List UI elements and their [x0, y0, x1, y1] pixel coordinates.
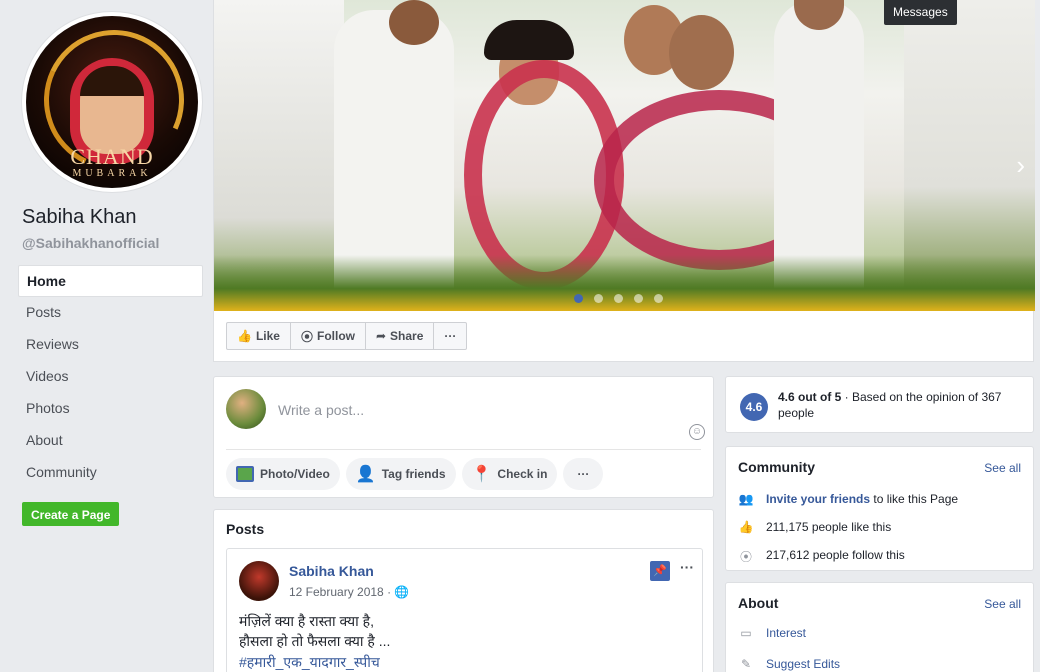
- interest-link[interactable]: Interest: [766, 626, 806, 640]
- suggest-edits-link[interactable]: Suggest Edits: [766, 657, 840, 671]
- page-title[interactable]: Sabiha Khan: [22, 206, 137, 229]
- photo-video-label: Photo/Video: [260, 467, 330, 481]
- pencil-icon: ✎: [740, 657, 752, 671]
- thumbs-up-icon: 👍: [237, 329, 252, 343]
- follow-label: Follow: [316, 329, 355, 343]
- pin-icon[interactable]: 📌: [650, 561, 670, 581]
- rating-card: 4.6 4.6 out of 5 · Based on the opinion …: [725, 376, 1034, 433]
- cover-card: › 👍 Like ⦿ Follow ➦ Share ···: [213, 0, 1035, 362]
- post-timestamp[interactable]: 12 February 2018 · 🌐: [289, 585, 409, 599]
- about-heading: About: [738, 595, 779, 611]
- cover-slide-indicators: [574, 292, 674, 306]
- page-handle[interactable]: @Sabihakhanofficial: [22, 235, 159, 251]
- thumbs-up-icon: 👍: [738, 520, 754, 534]
- cover-photo[interactable]: ›: [214, 0, 1035, 311]
- globe-icon: 🌐: [394, 585, 410, 599]
- composer-avatar: [226, 389, 266, 429]
- page-nav: Home Posts Reviews Videos Photos About C…: [18, 265, 203, 489]
- like-button[interactable]: 👍 Like: [227, 323, 291, 349]
- people-icon: 👥: [738, 492, 754, 506]
- crowd-head-4: [669, 15, 734, 90]
- suggest-edits-row: ✎ Suggest Edits: [738, 657, 840, 671]
- profile-image: CHAND MUBARAK: [26, 16, 198, 188]
- rss-icon: ⦿: [739, 550, 752, 564]
- tag-friends-button[interactable]: 👤 Tag friends: [345, 458, 456, 490]
- write-post-input[interactable]: Write a post...: [278, 402, 364, 418]
- post-composer: Write a post... ☺ Photo/Video 👤 Tag frie…: [213, 376, 714, 498]
- share-label: Share: [390, 329, 424, 343]
- slide-dot-3[interactable]: [614, 294, 623, 303]
- more-icon: ···: [444, 329, 457, 343]
- composer-actions: Photo/Video 👤 Tag friends 📍 Check in ···: [226, 458, 604, 490]
- community-heading: Community: [738, 459, 815, 475]
- emoji-icon[interactable]: ☺: [689, 424, 705, 440]
- post-author-avatar[interactable]: [239, 561, 279, 601]
- community-see-all-link[interactable]: See all: [984, 461, 1021, 475]
- photo-icon: [236, 466, 254, 482]
- likes-row: 👍 211,175 people like this: [738, 520, 892, 534]
- community-panel: Community See all 👥 Invite your friends …: [725, 446, 1034, 571]
- slide-dot-5[interactable]: [654, 294, 663, 303]
- post-date-text: 12 February 2018 ·: [289, 585, 392, 599]
- about-panel: About See all ▭ Interest ✎ Suggest Edits: [725, 582, 1034, 672]
- post-line-2: हौसला हो तो फैसला क्या है ...: [239, 633, 391, 649]
- category-icon: ▭: [740, 626, 752, 640]
- nav-item-posts[interactable]: Posts: [18, 297, 203, 329]
- tag-friends-label: Tag friends: [381, 467, 446, 481]
- posts-heading: Posts: [226, 521, 265, 537]
- interest-row: ▭ Interest: [738, 626, 806, 640]
- slide-dot-1[interactable]: [574, 294, 583, 303]
- crowd-hijab: [484, 20, 574, 60]
- chevron-right-icon[interactable]: ›: [1016, 150, 1025, 181]
- posts-section: Posts Sabiha Khan 12 February 2018 · 🌐 📌…: [213, 509, 714, 672]
- composer-more-button[interactable]: ···: [563, 458, 604, 490]
- about-see-all-link[interactable]: See all: [984, 597, 1021, 611]
- profile-picture[interactable]: CHAND MUBARAK: [22, 12, 202, 192]
- post-author-name[interactable]: Sabiha Khan: [289, 563, 374, 579]
- composer-divider: [226, 449, 701, 450]
- follows-count: 217,612 people follow this: [766, 548, 905, 562]
- nav-item-photos[interactable]: Photos: [18, 393, 203, 425]
- like-label: Like: [255, 329, 280, 343]
- share-button[interactable]: ➦ Share: [366, 323, 435, 349]
- profile-caption-main: CHAND: [70, 144, 154, 169]
- invite-friends-text: to like this Page: [870, 492, 959, 506]
- create-page-button[interactable]: Create a Page: [22, 502, 120, 526]
- nav-item-community[interactable]: Community: [18, 457, 203, 489]
- invite-friends-link[interactable]: Invite your friends: [766, 492, 870, 506]
- profile-caption-sub: MUBARAK: [72, 168, 152, 179]
- post-body: मंज़िलें क्या है रास्ता क्या है, हौसला ह…: [239, 611, 390, 651]
- likes-count: 211,175 people like this: [766, 520, 892, 534]
- check-in-label: Check in: [497, 467, 548, 481]
- check-in-button[interactable]: 📍 Check in: [461, 458, 558, 490]
- nav-item-about[interactable]: About: [18, 425, 203, 457]
- location-pin-icon: 📍: [471, 466, 492, 483]
- rating-score-text: 4.6 out of 5: [778, 390, 842, 404]
- nav-item-reviews[interactable]: Reviews: [18, 329, 203, 361]
- rss-icon: ⦿: [300, 329, 313, 344]
- invite-friends-row: 👥 Invite your friends to like this Page: [738, 492, 959, 506]
- more-icon: ···: [577, 467, 590, 481]
- messages-button[interactable]: Messages: [884, 0, 957, 25]
- tag-people-icon: 👤: [355, 466, 376, 483]
- follows-row: ⦿ 217,612 people follow this: [738, 548, 905, 564]
- crowd-head-1: [389, 0, 439, 45]
- slide-dot-4[interactable]: [634, 294, 643, 303]
- pinned-post: Sabiha Khan 12 February 2018 · 🌐 📌 ··· म…: [226, 548, 703, 672]
- photo-video-button[interactable]: Photo/Video: [226, 458, 340, 490]
- post-hashtag[interactable]: #हमारी_एक_यादगार_स्पीच: [239, 653, 380, 672]
- nav-item-home[interactable]: Home: [18, 265, 203, 297]
- page-action-bar: 👍 Like ⦿ Follow ➦ Share ···: [226, 322, 468, 350]
- rating-summary: 4.6 out of 5 · Based on the opinion of 3…: [778, 389, 1018, 421]
- slide-dot-2[interactable]: [594, 294, 603, 303]
- post-options-button[interactable]: ···: [680, 559, 694, 575]
- share-arrow-icon: ➦: [375, 329, 387, 343]
- nav-item-videos[interactable]: Videos: [18, 361, 203, 393]
- post-line-1: मंज़िलें क्या है रास्ता क्या है,: [239, 613, 374, 629]
- rating-badge[interactable]: 4.6: [740, 393, 768, 421]
- follow-button[interactable]: ⦿ Follow: [291, 323, 366, 349]
- more-actions-button[interactable]: ···: [434, 323, 466, 349]
